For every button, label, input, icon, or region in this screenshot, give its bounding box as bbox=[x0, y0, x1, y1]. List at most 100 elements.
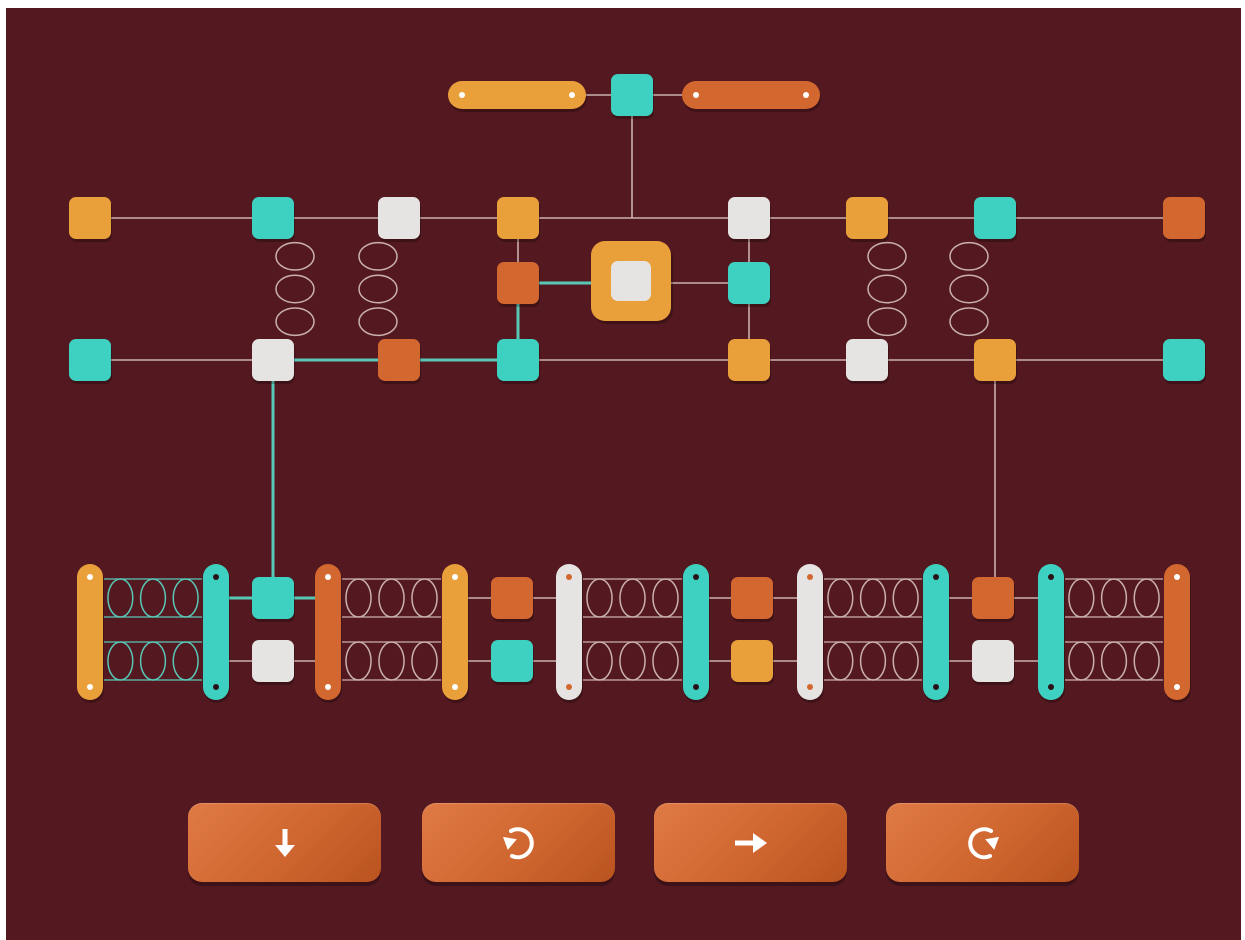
spring-coil bbox=[107, 578, 134, 618]
spring-coil bbox=[586, 578, 613, 618]
node-rust bbox=[731, 577, 773, 619]
spring-coil bbox=[892, 578, 919, 618]
spring-coil bbox=[652, 641, 679, 681]
down-arrow-icon bbox=[274, 828, 295, 857]
spring-coil bbox=[867, 241, 907, 271]
bar-pin bbox=[807, 574, 813, 580]
node-rust bbox=[497, 262, 539, 304]
node-teal bbox=[491, 640, 533, 682]
spring-coil bbox=[345, 578, 372, 618]
bar-pin bbox=[452, 684, 458, 690]
spring-coil bbox=[619, 641, 646, 681]
bar-pin bbox=[87, 574, 93, 580]
bar-pin bbox=[1048, 684, 1054, 690]
bar-pin bbox=[213, 684, 219, 690]
center-piece-inner bbox=[611, 261, 651, 301]
spring-coil bbox=[411, 641, 438, 681]
bar-rust bbox=[682, 81, 820, 109]
spring-coil bbox=[1100, 641, 1128, 681]
node-orange bbox=[728, 339, 770, 381]
bar-pin bbox=[807, 684, 813, 690]
bar-pin bbox=[693, 574, 699, 580]
spring-coil bbox=[411, 578, 438, 618]
spring-coil bbox=[859, 641, 887, 681]
bar-pin bbox=[459, 92, 465, 98]
spring-coil bbox=[172, 641, 199, 681]
node-teal bbox=[611, 74, 653, 116]
node-white bbox=[252, 640, 294, 682]
bar-white bbox=[797, 564, 823, 700]
node-orange bbox=[69, 197, 111, 239]
spring-coil bbox=[275, 307, 315, 337]
bar-teal bbox=[1038, 564, 1064, 700]
spring-coil bbox=[652, 578, 679, 618]
spring-coil bbox=[1133, 578, 1160, 618]
node-teal bbox=[69, 339, 111, 381]
rotate-clockwise-button[interactable] bbox=[886, 803, 1079, 882]
bar-pin bbox=[325, 574, 331, 580]
bar-pin bbox=[933, 574, 939, 580]
rotate-ccw-icon bbox=[502, 826, 534, 859]
node-teal bbox=[974, 197, 1016, 239]
bar-pin bbox=[213, 574, 219, 580]
node-teal bbox=[252, 197, 294, 239]
bar-orange bbox=[77, 564, 103, 700]
spring-coil bbox=[378, 641, 405, 681]
spring-coil bbox=[107, 641, 134, 681]
spring-coil bbox=[1068, 641, 1095, 681]
bar-orange bbox=[448, 81, 586, 109]
node-teal bbox=[497, 339, 539, 381]
node-orange bbox=[731, 640, 773, 682]
spring-coil bbox=[358, 307, 398, 337]
node-teal bbox=[252, 577, 294, 619]
spring-coil bbox=[827, 641, 854, 681]
bar-pin bbox=[1048, 574, 1054, 580]
node-white bbox=[378, 197, 420, 239]
bar-pin bbox=[1174, 684, 1180, 690]
spring-coil bbox=[867, 307, 907, 337]
spring-coil bbox=[586, 641, 613, 681]
spring-coil bbox=[358, 274, 398, 304]
spring-coil bbox=[345, 641, 372, 681]
node-rust bbox=[491, 577, 533, 619]
move-right-button[interactable] bbox=[654, 803, 847, 882]
bar-pin bbox=[569, 92, 575, 98]
node-teal bbox=[728, 262, 770, 304]
bar-pin bbox=[452, 574, 458, 580]
game-stage bbox=[6, 8, 1241, 940]
node-white bbox=[728, 197, 770, 239]
bar-orange bbox=[442, 564, 468, 700]
spring-coil bbox=[949, 241, 989, 271]
bar-white bbox=[556, 564, 582, 700]
node-white bbox=[846, 339, 888, 381]
spring-coil bbox=[139, 578, 167, 618]
bar-pin bbox=[566, 574, 572, 580]
right-arrow-icon bbox=[734, 832, 767, 853]
bar-pin bbox=[693, 92, 699, 98]
spring-coil bbox=[949, 274, 989, 304]
spring-coil bbox=[1068, 578, 1095, 618]
spring-coil bbox=[867, 274, 907, 304]
node-rust bbox=[972, 577, 1014, 619]
bar-pin bbox=[933, 684, 939, 690]
spring-coil bbox=[619, 578, 646, 618]
spring-coil bbox=[892, 641, 919, 681]
node-orange bbox=[974, 339, 1016, 381]
node-teal bbox=[1163, 339, 1205, 381]
node-rust bbox=[1163, 197, 1205, 239]
bar-pin bbox=[325, 684, 331, 690]
spring-coil bbox=[139, 641, 167, 681]
spring-coil bbox=[1100, 578, 1128, 618]
move-down-button[interactable] bbox=[188, 803, 381, 882]
spring-coil bbox=[378, 578, 405, 618]
spring-coil bbox=[172, 578, 199, 618]
spring-coil bbox=[859, 578, 887, 618]
node-white bbox=[252, 339, 294, 381]
rotate-counterclockwise-button[interactable] bbox=[422, 803, 615, 882]
bar-rust bbox=[1164, 564, 1190, 700]
puzzle-board bbox=[69, 74, 1206, 703]
bar-pin bbox=[803, 92, 809, 98]
bar-pin bbox=[87, 684, 93, 690]
bar-teal bbox=[923, 564, 949, 700]
node-rust bbox=[378, 339, 420, 381]
